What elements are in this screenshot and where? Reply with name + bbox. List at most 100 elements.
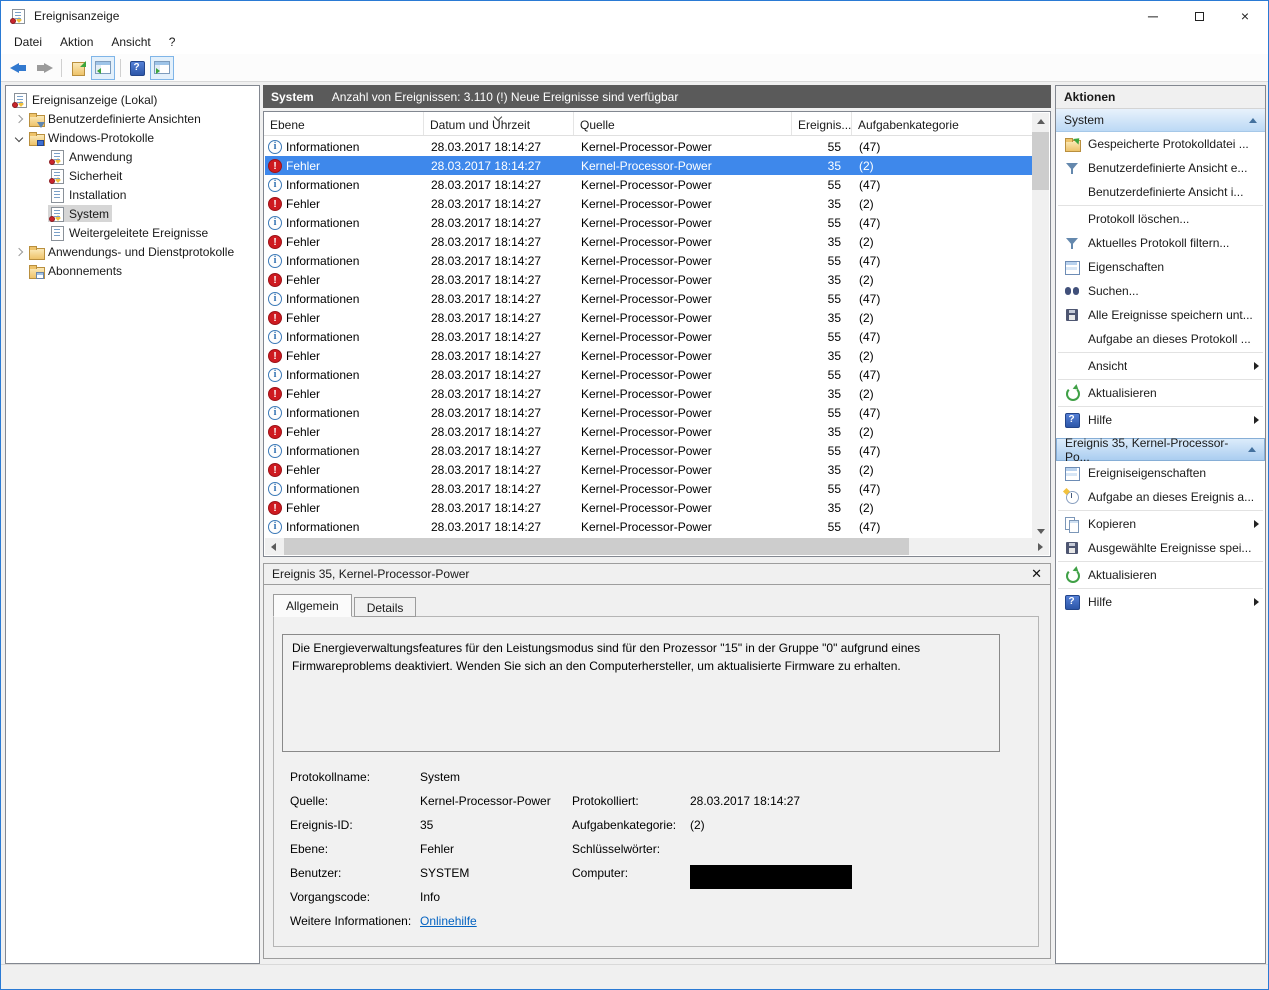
event-row[interactable]: Informationen 28.03.2017 18:14:27 Kernel-P… — [265, 175, 1034, 194]
action-aufgabe-an-dieses-ereignis-a[interactable]: Aufgabe an dieses Ereignis a... — [1056, 485, 1265, 509]
action-gespeicherte-protokolldatei[interactable]: Gespeicherte Protokolldatei ... — [1056, 132, 1265, 156]
tree-item-anwendung[interactable]: Anwendung — [6, 147, 259, 166]
action-aktualisieren[interactable]: Aktualisieren — [1056, 381, 1265, 405]
toggle-action-pane-button[interactable] — [150, 55, 174, 80]
tab-details[interactable]: Details — [353, 597, 417, 617]
vertical-scroll-thumb[interactable] — [1032, 132, 1049, 190]
action-hilfe[interactable]: Hilfe — [1056, 408, 1265, 432]
event-row[interactable]: Informationen 28.03.2017 18:14:27 Kernel-P… — [265, 137, 1034, 156]
source-cell: Kernel-Processor-Power — [581, 519, 712, 534]
horizontal-scrollbar[interactable] — [265, 538, 1049, 555]
menu-item-[interactable]: ? — [160, 31, 185, 54]
tree-item-label: Ereignisanzeige (Lokal) — [32, 92, 158, 107]
event-row[interactable]: Fehler 28.03.2017 18:14:27 Kernel-Processo… — [265, 422, 1034, 441]
column-header-datum[interactable]: Datum und Uhrzeit — [424, 112, 574, 135]
date-cell: 28.03.2017 18:14:27 — [431, 500, 542, 515]
tree-item-weitergeleitete-ereignisse[interactable]: Weitergeleitete Ereignisse — [6, 223, 259, 242]
expander-icon[interactable] — [11, 133, 27, 142]
action-hilfe[interactable]: Hilfe — [1056, 590, 1265, 614]
event-id-cell: 55 — [827, 367, 841, 382]
onlinehilfe-link[interactable]: Onlinehilfe — [420, 914, 477, 928]
event-row[interactable]: Informationen 28.03.2017 18:14:27 Kernel-P… — [265, 213, 1034, 232]
help-button[interactable] — [125, 56, 149, 80]
forward-button[interactable] — [32, 56, 56, 80]
menu-item-aktion[interactable]: Aktion — [51, 31, 102, 54]
action-benutzerdefinierte-ansicht-i[interactable]: Benutzerdefinierte Ansicht i... — [1056, 180, 1265, 204]
level-text: Fehler — [286, 348, 321, 363]
level-text: Fehler — [286, 462, 321, 477]
action-ausgewählte-ereignisse-spei[interactable]: Ausgewählte Ereignisse spei... — [1056, 536, 1265, 560]
column-header-ebene[interactable]: Ebene — [264, 112, 424, 135]
event-row[interactable]: Fehler 28.03.2017 18:14:27 Kernel-Processo… — [265, 384, 1034, 403]
event-row[interactable]: Informationen 28.03.2017 18:14:27 Kernel-P… — [265, 327, 1034, 346]
source-cell: Kernel-Processor-Power — [581, 424, 712, 439]
event-row[interactable]: Informationen 28.03.2017 18:14:27 Kernel-P… — [265, 479, 1034, 498]
event-row[interactable]: Fehler 28.03.2017 18:14:27 Kernel-Processo… — [265, 270, 1034, 289]
action-alle-ereignisse-speichern-unt[interactable]: Alle Ereignisse speichern unt... — [1056, 303, 1265, 327]
close-button[interactable]: × — [1222, 1, 1268, 31]
event-row[interactable]: Fehler 28.03.2017 18:14:27 Kernel-Processo… — [265, 346, 1034, 365]
source-cell: Kernel-Processor-Power — [581, 481, 712, 496]
scroll-right-button[interactable] — [1032, 538, 1049, 555]
scroll-up-button[interactable] — [1032, 113, 1049, 130]
event-row[interactable]: Informationen 28.03.2017 18:14:27 Kernel-P… — [265, 403, 1034, 422]
menu-item-ansicht[interactable]: Ansicht — [102, 31, 159, 54]
tree-item-benutzerdefinierte-ansichten[interactable]: Benutzerdefinierte Ansichten — [6, 109, 259, 128]
action-suchen[interactable]: Suchen... — [1056, 279, 1265, 303]
action-protokoll-löschen[interactable]: Protokoll löschen... — [1056, 207, 1265, 231]
event-id-cell: 55 — [827, 215, 841, 230]
event-detail-body: Allgemein Details Die Energieverwaltungs… — [263, 585, 1051, 959]
event-row[interactable]: Fehler 28.03.2017 18:14:27 Kernel-Processo… — [265, 498, 1034, 517]
action-benutzerdefinierte-ansicht-e[interactable]: Benutzerdefinierte Ansicht e... — [1056, 156, 1265, 180]
action-aktualisieren[interactable]: Aktualisieren — [1056, 563, 1265, 587]
action-label: Alle Ereignisse speichern unt... — [1088, 308, 1253, 322]
tree-item-windows-protokolle[interactable]: Windows-Protokolle — [6, 128, 259, 147]
information-icon — [268, 405, 282, 420]
action-eigenschaften[interactable]: Eigenschaften — [1056, 255, 1265, 279]
help-icon — [1064, 412, 1080, 428]
expander-icon[interactable] — [11, 247, 27, 256]
maximize-button[interactable] — [1176, 1, 1222, 31]
vertical-scrollbar[interactable] — [1032, 113, 1049, 540]
action-section-ereignis-35-kernel-processor-po[interactable]: Ereignis 35, Kernel-Processor-Po... — [1056, 436, 1265, 464]
detail-close-icon[interactable]: ✕ — [1031, 566, 1042, 582]
event-row[interactable]: Fehler 28.03.2017 18:14:27 Kernel-Processo… — [265, 194, 1034, 213]
tree-item-label: Abonnements — [48, 263, 123, 278]
column-header-quelle[interactable]: Quelle — [574, 112, 792, 135]
column-header-aufgabenkategorie[interactable]: Aufgabenkategorie — [852, 112, 1033, 135]
source-cell: Kernel-Processor-Power — [581, 177, 712, 192]
event-row[interactable]: Fehler 28.03.2017 18:14:27 Kernel-Processo… — [265, 308, 1034, 327]
event-row[interactable]: Informationen 28.03.2017 18:14:27 Kernel-P… — [265, 441, 1034, 460]
level-cell: Fehler — [265, 196, 425, 211]
tree-item-abonnements[interactable]: Abonnements — [6, 261, 259, 280]
action-section-system[interactable]: System — [1056, 109, 1265, 132]
tree-item-installation[interactable]: Installation — [6, 185, 259, 204]
tab-allgemein[interactable]: Allgemein — [273, 594, 352, 617]
event-row[interactable]: Informationen 28.03.2017 18:14:27 Kernel-P… — [265, 365, 1034, 384]
tree-item-ereignisanzeige-lokal[interactable]: Ereignisanzeige (Lokal) — [6, 90, 259, 109]
action-ereigniseigenschaften[interactable]: Ereigniseigenschaften — [1056, 461, 1265, 485]
event-row[interactable]: Informationen 28.03.2017 18:14:27 Kernel-P… — [265, 517, 1034, 536]
minimize-button[interactable]: ─ — [1130, 1, 1176, 31]
tree-item-anwendungs-und-dienstprotokolle[interactable]: Anwendungs- und Dienstprotokolle — [6, 242, 259, 261]
event-row[interactable]: Fehler 28.03.2017 18:14:27 Kernel-Processo… — [265, 460, 1034, 479]
toggle-console-tree-button[interactable] — [91, 55, 115, 80]
event-row[interactable]: Fehler 28.03.2017 18:14:27 Kernel-Processo… — [265, 232, 1034, 251]
action-ansicht[interactable]: Ansicht — [1056, 354, 1265, 378]
event-row[interactable]: Informationen 28.03.2017 18:14:27 Kernel-P… — [265, 289, 1034, 308]
back-button[interactable] — [7, 56, 31, 80]
action-aktuelles-protokoll-filtern[interactable]: Aktuelles Protokoll filtern... — [1056, 231, 1265, 255]
horizontal-scroll-thumb[interactable] — [284, 538, 909, 555]
tree-item-sicherheit[interactable]: Sicherheit — [6, 166, 259, 185]
menu-item-datei[interactable]: Datei — [5, 31, 51, 54]
event-row[interactable]: Informationen 28.03.2017 18:14:27 Kernel-P… — [265, 251, 1034, 270]
action-kopieren[interactable]: Kopieren — [1056, 512, 1265, 536]
action-separator — [1058, 561, 1263, 562]
action-aufgabe-an-dieses-protokoll[interactable]: Aufgabe an dieses Protokoll ... — [1056, 327, 1265, 351]
column-header-ereignis[interactable]: Ereignis... — [792, 112, 852, 135]
open-saved-log-button[interactable] — [66, 56, 90, 80]
scroll-left-button[interactable] — [265, 538, 282, 555]
event-row[interactable]: Fehler 28.03.2017 18:14:27 Kernel-Processo… — [265, 156, 1034, 175]
tree-item-system[interactable]: System — [6, 204, 259, 223]
expander-icon[interactable] — [11, 114, 27, 123]
